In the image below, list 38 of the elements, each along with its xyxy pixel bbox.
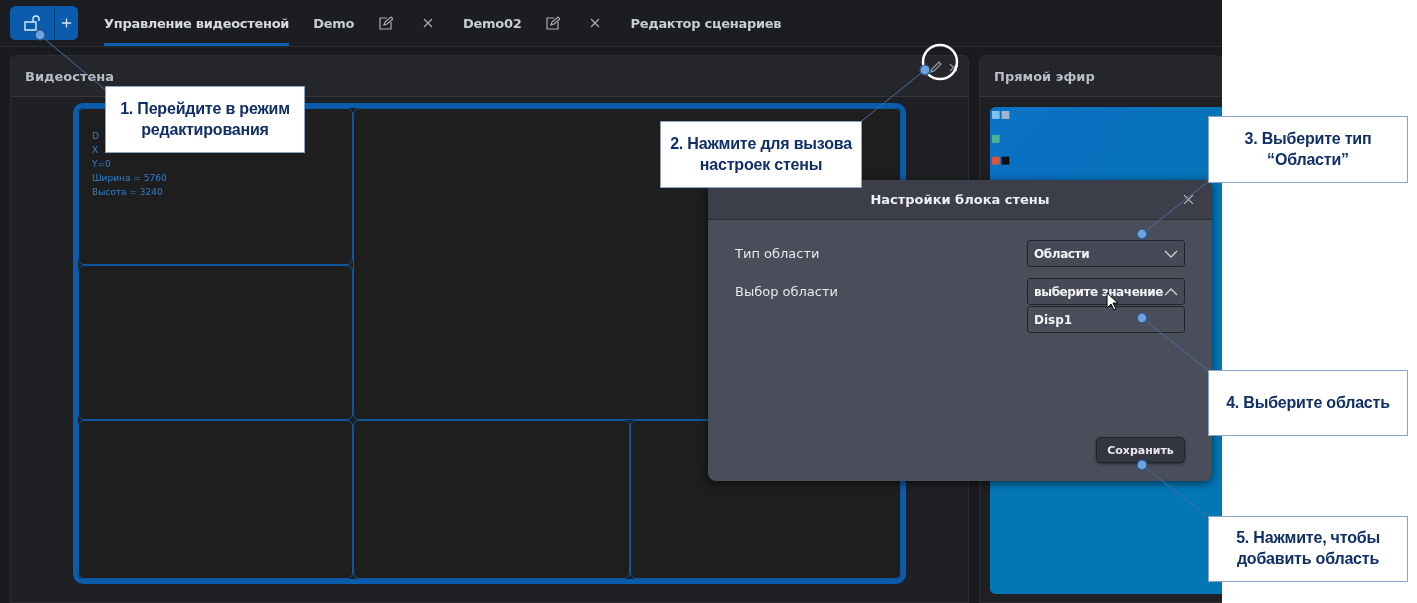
cell-info-text: D: [92, 130, 99, 143]
callout-text: 5. Нажмите, чтобы добавить область: [1208, 516, 1408, 582]
cell-info-text: Ширина = 5760: [92, 172, 167, 185]
close-icon[interactable]: [423, 18, 434, 28]
callout-text: 2. Нажмите для вызова настроек стены: [660, 121, 862, 188]
panel-title: Прямой эфир: [994, 68, 1095, 84]
dropdown-option[interactable]: Disp1: [1027, 306, 1185, 333]
wall-cell[interactable]: [78, 420, 353, 579]
close-icon[interactable]: [590, 18, 601, 28]
chevron-icon: [1164, 249, 1178, 258]
add-button[interactable]: [54, 6, 78, 40]
cell-info-text: Высота = 3240: [92, 186, 163, 199]
tab[interactable]: Редактор сценариев: [630, 0, 782, 46]
dropdown[interactable]: Области: [1027, 240, 1185, 267]
plus-icon: [61, 17, 72, 29]
save-button[interactable]: Сохранить: [1096, 437, 1185, 463]
dialog-title: Настройки блока стены: [870, 192, 1050, 207]
pencil-icon[interactable]: [929, 60, 943, 74]
unlock-icon: [22, 14, 42, 32]
callout-text: 1. Перейдите в режим редактирования: [105, 86, 305, 153]
tab[interactable]: Demo02: [463, 0, 522, 46]
edit-icon[interactable]: [378, 15, 394, 31]
callout-text: 4. Выберите область: [1208, 370, 1408, 436]
callout-text: 3. Выберите тип “Области”: [1208, 116, 1408, 183]
tab[interactable]: Управление видеостеной: [104, 0, 290, 46]
edit-icon[interactable]: [545, 15, 561, 31]
chevron-icon: [1164, 287, 1178, 296]
wall-cell[interactable]: [78, 265, 353, 420]
cell-info-text: Y=0: [92, 158, 111, 171]
panel-title: Видеостена: [25, 68, 115, 84]
dropdown[interactable]: выберите значение: [1027, 278, 1185, 305]
close-icon[interactable]: [949, 62, 958, 72]
cell-info-text: X: [92, 144, 99, 157]
field-label: Тип области: [735, 246, 820, 261]
highlight-ring: [921, 43, 959, 81]
field-label: Выбор области: [735, 284, 838, 299]
wall-cell[interactable]: [353, 420, 630, 579]
tab[interactable]: Demo: [313, 0, 355, 46]
